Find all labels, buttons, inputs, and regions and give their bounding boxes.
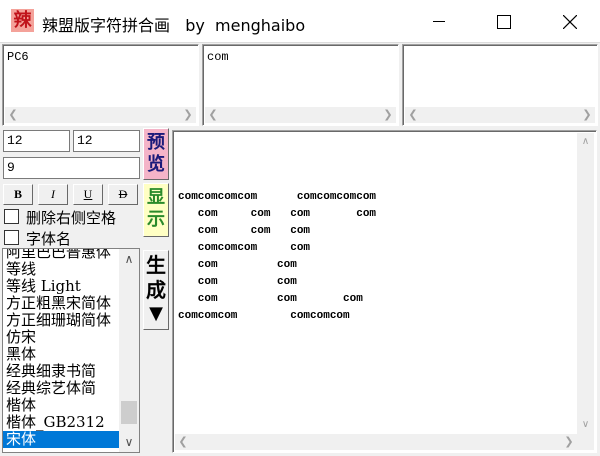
preview-vscroll[interactable]: ∧ ∨	[577, 133, 594, 433]
text-box-fill[interactable]: com ❮ ❯	[202, 44, 399, 126]
remove-right-spaces-checkbox[interactable]: 删除右侧空格	[4, 208, 140, 227]
font-list-item[interactable]: 黑体	[3, 346, 121, 363]
font-list-item[interactable]: 仿宋	[3, 329, 121, 346]
font-list-item[interactable]: 经典细隶书简	[3, 363, 121, 380]
preview-text: comcomcomcom comcomcomcom com com com co…	[178, 191, 377, 322]
minimize-icon	[433, 21, 445, 22]
font-list-item[interactable]: 方正细珊瑚简体	[3, 312, 121, 329]
text-box-extra[interactable]: ❮ ❯	[402, 44, 598, 126]
dropdown-arrow-icon: ▼	[149, 303, 163, 324]
scroll-up-icon[interactable]: ∧	[577, 133, 594, 150]
maximize-icon	[497, 15, 511, 29]
strikeout-button[interactable]: D	[108, 184, 138, 205]
scroll-right-icon[interactable]: ❯	[579, 107, 595, 123]
scroll-down-icon[interactable]: ∨	[119, 432, 139, 452]
display-button-label: 显示	[147, 187, 165, 230]
width-input[interactable]: 12	[3, 130, 70, 152]
height-input[interactable]: 12	[73, 130, 140, 152]
font-name-checkbox[interactable]: 字体名	[4, 229, 140, 248]
scroll-down-icon[interactable]: ∨	[577, 416, 594, 433]
text-box-fill-hscroll[interactable]: ❮ ❯	[205, 107, 396, 123]
text-box-extra-hscroll[interactable]: ❮ ❯	[405, 107, 595, 123]
text-box-fill-value: com	[207, 50, 229, 64]
checkbox-label: 字体名	[26, 230, 72, 248]
font-list-scrollbar[interactable]: ∧ ∨	[119, 249, 139, 452]
checkbox-label: 删除右侧空格	[26, 209, 117, 227]
scroll-right-icon[interactable]: ❯	[380, 107, 396, 123]
scroll-thumb[interactable]	[121, 401, 137, 424]
text-box-source-value: PC6	[7, 50, 29, 64]
scroll-left-icon[interactable]: ❮	[5, 107, 21, 123]
font-list-item[interactable]: 宋体	[3, 431, 121, 448]
text-box-source[interactable]: PC6 ❮ ❯	[2, 44, 199, 126]
font-list-item[interactable]: 阿里巴巴普惠体	[3, 249, 121, 261]
preview-hscroll[interactable]: ❮ ❯	[175, 434, 577, 450]
font-list-item[interactable]: 等线	[3, 261, 121, 278]
font-list[interactable]: 阿里巴巴普惠体 等线 等线 Light 方正粗黑宋简体 方正细珊瑚简体 仿宋 黑体 经典细隶书…	[2, 248, 140, 453]
preview-area[interactable]: comcomcomcom comcomcomcom com com com co…	[172, 130, 597, 453]
bold-button[interactable]: B	[3, 184, 33, 205]
maximize-button[interactable]	[480, 0, 526, 42]
font-list-item[interactable]: 经典综艺体简	[3, 380, 121, 397]
generate-button[interactable]: 生成 ▼	[143, 250, 169, 330]
scroll-left-icon[interactable]: ❮	[205, 107, 221, 123]
scroll-up-icon[interactable]: ∧	[119, 249, 139, 269]
preview-button[interactable]: 预览	[143, 128, 169, 180]
title-bar: 辣 辣盟版字符拼合画 by menghaibo	[0, 0, 600, 42]
close-button[interactable]	[546, 0, 592, 42]
font-list-items: 阿里巴巴普惠体 等线 等线 Light 方正粗黑宋简体 方正细珊瑚简体 仿宋 黑体 经典细隶书…	[3, 249, 121, 448]
minimize-button[interactable]	[416, 0, 462, 42]
scroll-left-icon[interactable]: ❮	[405, 107, 421, 123]
checkbox-box[interactable]	[4, 230, 19, 245]
scroll-right-icon[interactable]: ❯	[561, 434, 577, 450]
font-list-item[interactable]: 方正粗黑宋简体	[3, 295, 121, 312]
scroll-corner	[577, 433, 594, 450]
text-box-source-hscroll[interactable]: ❮ ❯	[5, 107, 196, 123]
spacing-input[interactable]: 9	[3, 157, 140, 179]
display-button[interactable]: 显示	[143, 183, 169, 237]
preview-button-label: 预览	[147, 132, 165, 175]
font-list-item[interactable]: 等线 Light	[3, 278, 121, 295]
italic-button[interactable]: I	[38, 184, 68, 205]
checkbox-box[interactable]	[4, 209, 19, 224]
generate-button-label: 生成	[146, 253, 166, 302]
font-list-item[interactable]: 楷体	[3, 397, 121, 414]
app-icon: 辣	[11, 9, 34, 32]
window-title: 辣盟版字符拼合画 by menghaibo	[42, 16, 306, 35]
close-icon	[563, 15, 577, 29]
scroll-right-icon[interactable]: ❯	[180, 107, 196, 123]
underline-button[interactable]: U	[73, 184, 103, 205]
scroll-left-icon[interactable]: ❮	[175, 434, 191, 450]
font-list-item[interactable]: 楷体_GB2312	[3, 414, 121, 431]
